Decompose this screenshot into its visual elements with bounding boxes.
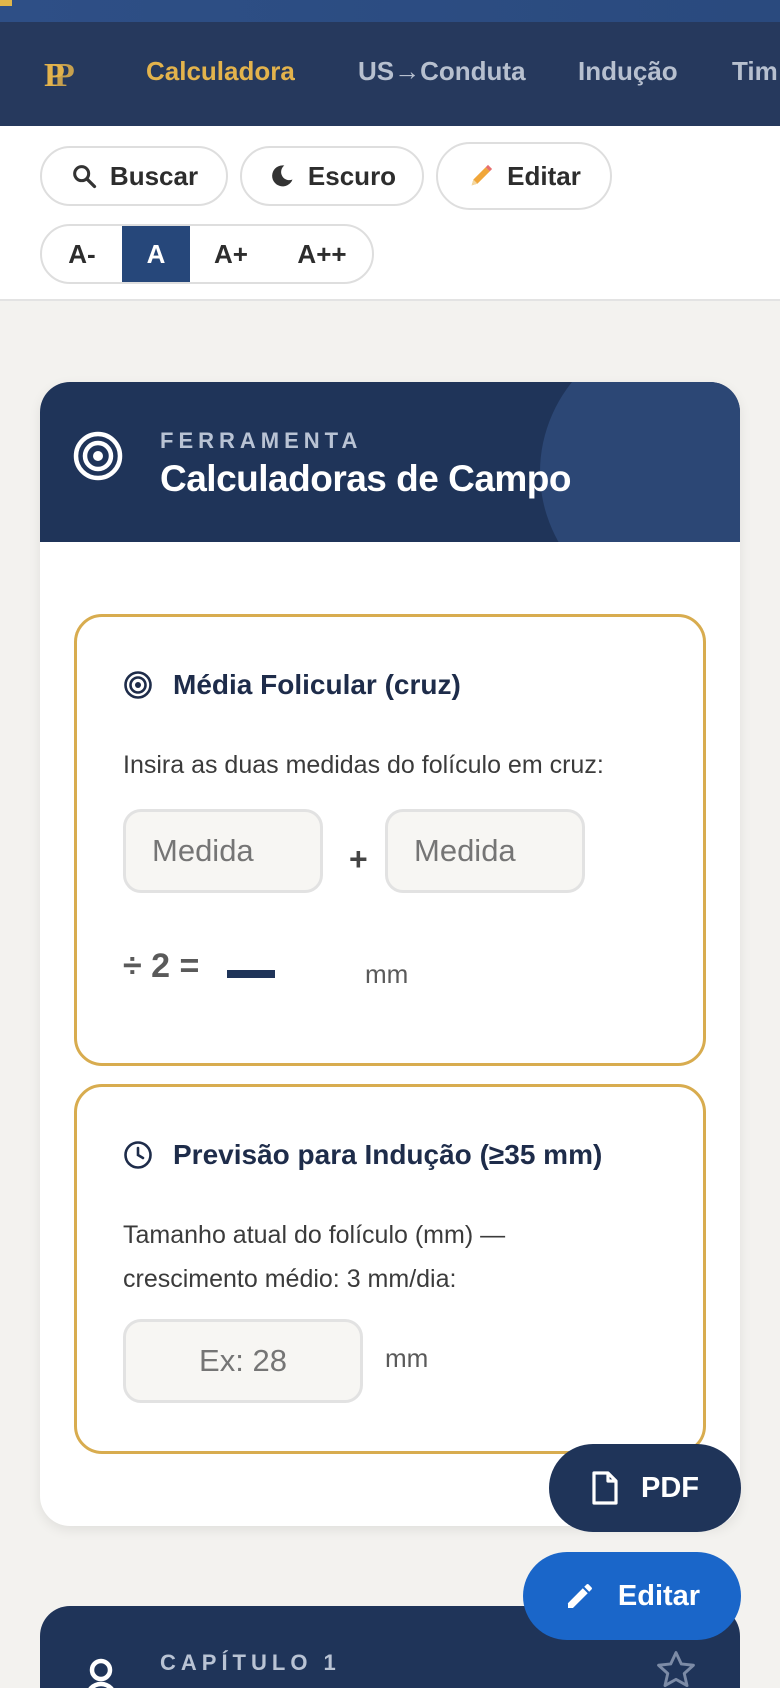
result-placeholder-dash xyxy=(227,970,275,978)
nav-tab-us-conduta[interactable]: US→Conduta xyxy=(358,56,526,87)
edit-fab-label: Editar xyxy=(617,1579,701,1612)
follicle-calc-title: Média Folicular (cruz) xyxy=(173,669,461,700)
star-icon[interactable] xyxy=(654,1648,698,1688)
pdf-button[interactable]: PDF xyxy=(549,1444,741,1532)
follicle-size-unit: mm xyxy=(385,1343,429,1373)
font-size-decrease-button[interactable]: A- xyxy=(42,226,122,282)
search-icon xyxy=(73,165,97,189)
follicle-size-input[interactable] xyxy=(123,1319,363,1403)
font-size-max-button[interactable]: A++ xyxy=(272,226,372,282)
nav-tab-inducao[interactable]: Indução xyxy=(578,56,678,87)
induction-calc-instruction-1: Tamanho atual do folículo (mm) — xyxy=(123,1221,506,1249)
toolbar: Buscar Escuro Editar A- A A+ A++ xyxy=(0,126,780,301)
induction-calc-title: Previsão para Indução (≥35 mm) xyxy=(173,1139,603,1170)
font-size-increase-button[interactable]: A+ xyxy=(190,226,272,282)
field-calculators-card: FERRAMENTA Calculadoras de Campo Média F… xyxy=(40,382,740,1526)
clock-icon xyxy=(124,1141,152,1169)
font-size-selector: A- A A+ A++ xyxy=(40,224,374,284)
top-strip-mark xyxy=(0,0,12,6)
follicle-average-calculator: Média Folicular (cruz) Insira as duas me… xyxy=(74,614,706,1066)
moon-icon xyxy=(272,165,293,187)
person-icon xyxy=(88,1658,114,1688)
search-button[interactable]: Buscar xyxy=(40,146,228,206)
card-eyebrow: FERRAMENTA xyxy=(160,428,363,453)
plus-sign: + xyxy=(349,841,368,877)
follicle-calc-heading: Média Folicular (cruz) xyxy=(123,669,461,701)
measure-2-input[interactable] xyxy=(385,809,585,893)
card-header: FERRAMENTA Calculadoras de Campo xyxy=(40,382,740,542)
induction-forecast-calculator: Previsão para Indução (≥35 mm) Tamanho a… xyxy=(74,1084,706,1454)
edit-fab-button[interactable]: Editar xyxy=(523,1552,741,1640)
svg-text:P: P xyxy=(54,57,75,94)
chapter-label: CAPÍTULO 1 xyxy=(160,1650,341,1675)
divide-formula: ÷ 2 = xyxy=(123,947,200,985)
induction-calc-instruction-2: crescimento médio: 3 mm/dia: xyxy=(123,1265,457,1293)
top-navbar: P P Calculadora US→Conduta Indução Tim xyxy=(0,22,780,126)
target-icon xyxy=(73,431,123,481)
search-button-label: Buscar xyxy=(109,160,199,191)
nav-tab-tim[interactable]: Tim xyxy=(732,56,778,87)
card-title: Calculadoras de Campo xyxy=(160,458,572,499)
top-strip xyxy=(0,0,780,22)
font-size-normal-button[interactable]: A xyxy=(122,226,190,282)
pdf-button-label: PDF xyxy=(641,1471,699,1504)
app-logo-icon[interactable]: P P xyxy=(42,54,82,94)
induction-calc-heading: Previsão para Indução (≥35 mm) xyxy=(123,1139,602,1171)
dark-mode-button[interactable]: Escuro xyxy=(240,146,424,206)
measure-1-input[interactable] xyxy=(123,809,323,893)
target-icon xyxy=(124,671,152,699)
file-icon xyxy=(592,1471,618,1505)
nav-tab-calculadora[interactable]: Calculadora xyxy=(146,56,295,87)
follicle-calc-instruction: Insira as duas medidas do folículo em cr… xyxy=(123,751,604,779)
result-unit: mm xyxy=(365,959,409,989)
edit-toolbar-button-label: Editar xyxy=(507,160,581,191)
pencil-icon xyxy=(471,164,493,186)
edit-toolbar-button[interactable]: Editar xyxy=(436,142,612,210)
edit-icon xyxy=(567,1584,592,1608)
dark-mode-button-label: Escuro xyxy=(307,160,397,191)
